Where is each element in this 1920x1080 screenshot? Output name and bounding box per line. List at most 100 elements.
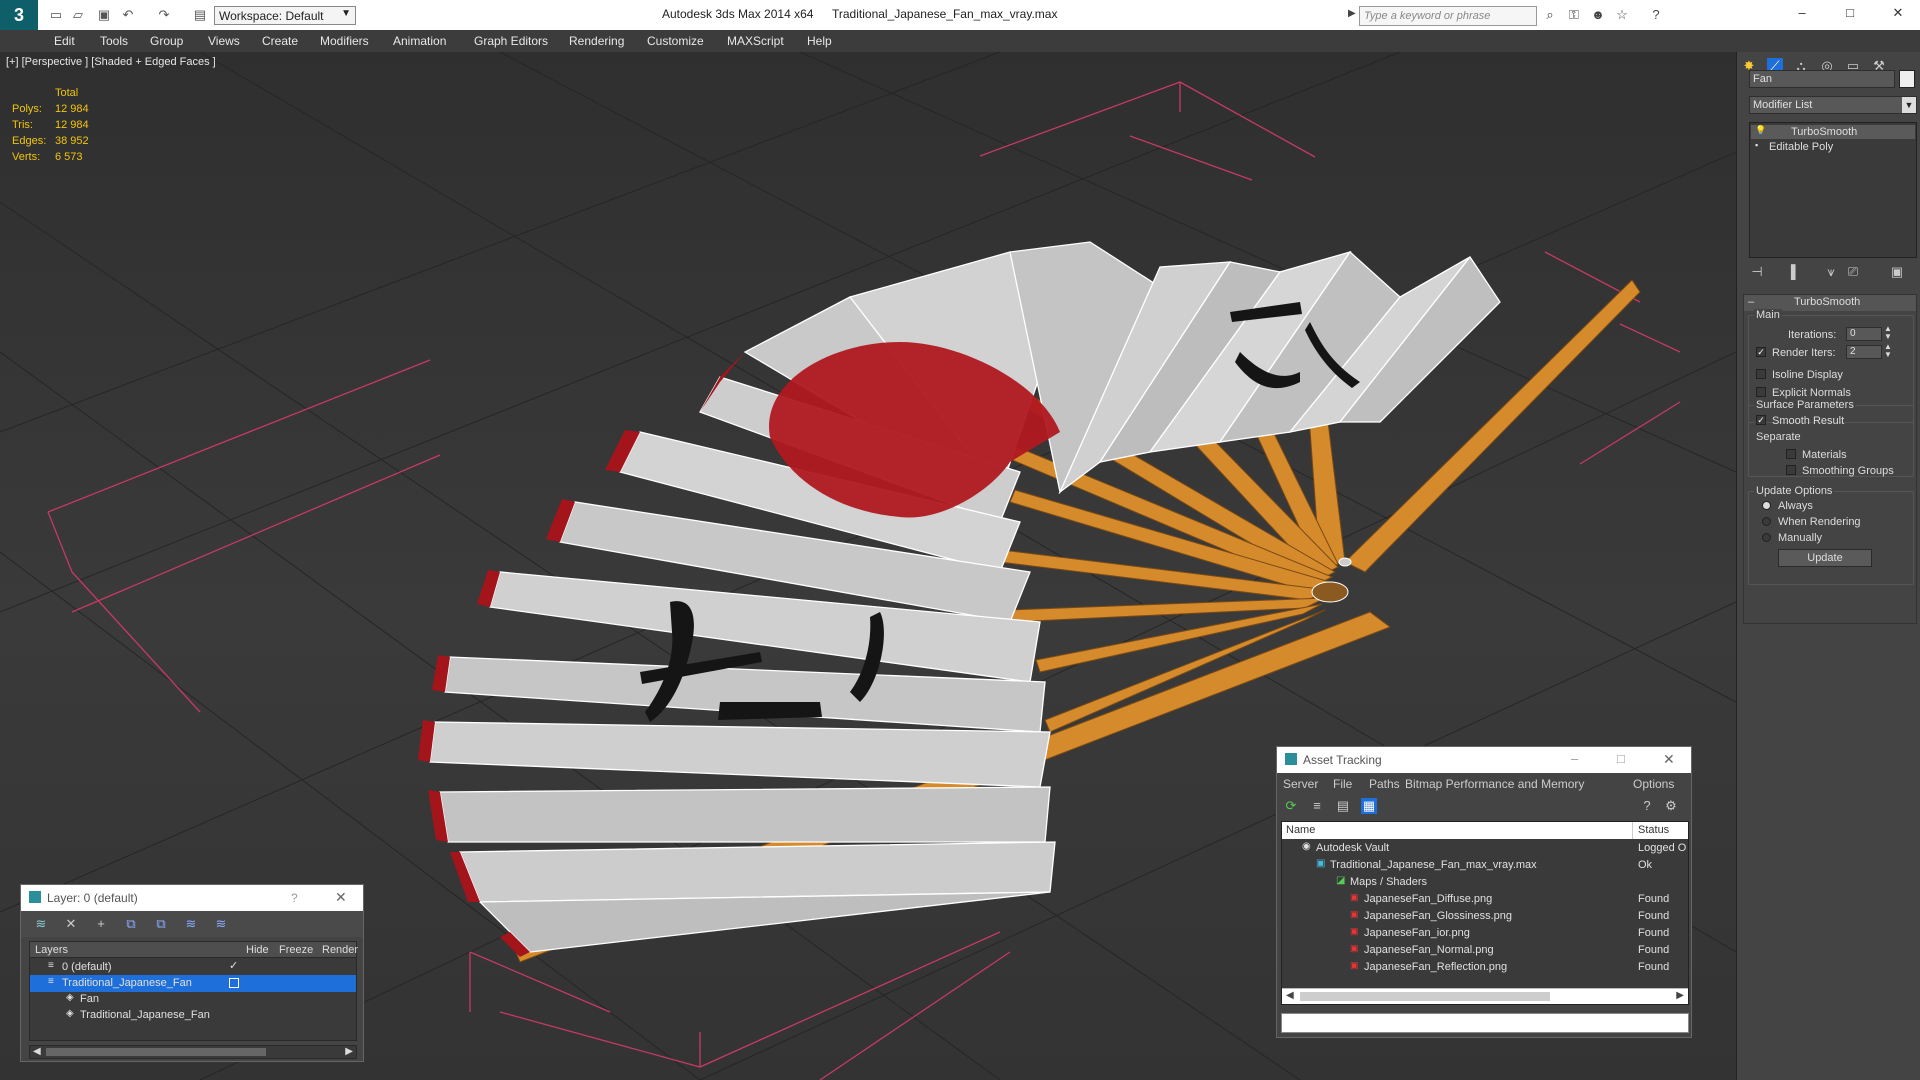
asset-row[interactable]: ▣ Traditional_Japanese_Fan_max_vray.max … [1282, 857, 1688, 874]
key-icon[interactable]: ⚿ [1566, 7, 1582, 23]
layer-close-icon[interactable]: ✕ [335, 889, 347, 906]
menu-customize[interactable]: Customize [647, 34, 704, 48]
iterations-spinner[interactable]: 0 [1846, 327, 1882, 341]
expand-icon[interactable]: ▪ [1755, 140, 1758, 150]
asset-window-titlebar[interactable]: Asset Tracking – □ ✕ [1277, 747, 1691, 773]
smoothing-groups-checkbox[interactable] [1786, 465, 1796, 475]
layer-row[interactable]: ≡ Traditional_Japanese_Fan [30, 975, 356, 992]
smooth-result-checkbox[interactable]: ✓ [1756, 415, 1766, 425]
table-view-icon[interactable]: ▦ [1361, 798, 1377, 814]
asset-menu-file[interactable]: File [1333, 777, 1352, 791]
col-hide[interactable]: Hide [246, 944, 269, 956]
layer-manager-window[interactable]: Layer: 0 (default) ? ✕ ≋ ✕ + ⧉ ⧉ ≋ ≋ Lay… [20, 884, 364, 1062]
asset-row[interactable]: ▣ JapaneseFan_ior.png Found [1282, 925, 1688, 942]
select-layer-objects-icon[interactable]: ⧉ [123, 916, 139, 932]
object-name-field[interactable]: Fan [1749, 70, 1895, 88]
scroll-right-icon[interactable]: ▶ [1676, 990, 1684, 1001]
add-to-layer-icon[interactable]: + [93, 916, 109, 932]
open-file-icon[interactable]: ▱ [70, 7, 86, 23]
minimize-icon[interactable]: – [1571, 751, 1578, 766]
asset-horizontal-scrollbar[interactable]: ◀ ▶ [1282, 988, 1688, 1004]
active-check-icon[interactable]: ✓ [229, 959, 238, 972]
materials-checkbox[interactable] [1786, 449, 1796, 459]
menu-create[interactable]: Create [262, 34, 298, 48]
make-unique-icon[interactable]: ⩛ [1823, 264, 1839, 280]
asset-tracking-window[interactable]: Asset Tracking – □ ✕ Server File Paths B… [1276, 746, 1692, 1038]
spinner-arrows-icon[interactable]: ▲ ▼ [1884, 343, 1892, 359]
layer-row[interactable]: ≡ 0 (default) ✓ [30, 959, 356, 976]
favorites-star-icon[interactable]: ☆ [1614, 7, 1630, 23]
col-name[interactable]: Name [1286, 824, 1315, 836]
app-logo-button[interactable]: 3 [0, 0, 38, 30]
create-layer-icon[interactable]: ≋ [33, 916, 49, 932]
remove-modifier-icon[interactable]: ⎚ [1845, 264, 1861, 280]
scroll-left-icon[interactable]: ◀ [1286, 990, 1294, 1001]
menu-modifiers[interactable]: Modifiers [320, 34, 369, 48]
asset-row[interactable]: ▣ JapaneseFan_Reflection.png Found [1282, 959, 1688, 976]
search-input[interactable]: Type a keyword or phrase [1359, 6, 1537, 26]
manually-radio[interactable] [1762, 533, 1771, 542]
configure-sets-icon[interactable]: ▣ [1889, 264, 1905, 280]
col-status[interactable]: Status [1638, 824, 1669, 836]
scroll-thumb[interactable] [46, 1048, 266, 1056]
save-file-icon[interactable]: ▣ [96, 7, 112, 23]
render-iters-spinner[interactable]: 2 [1846, 345, 1882, 359]
list-view-icon[interactable]: ≡ [1309, 798, 1325, 814]
show-end-result-icon[interactable]: ▐ [1783, 264, 1799, 280]
modifier-stack-item[interactable]: ▪ Editable Poly [1751, 140, 1915, 154]
update-button[interactable]: Update [1778, 549, 1872, 567]
layer-row[interactable]: ◈ Fan [30, 991, 356, 1008]
close-icon[interactable]: ✕ [1890, 5, 1906, 21]
undo-icon[interactable]: ↶ [120, 7, 136, 23]
help-icon[interactable]: ? [1648, 7, 1664, 23]
menu-views[interactable]: Views [208, 34, 240, 48]
redo-icon[interactable]: ↷ [156, 7, 172, 23]
maximize-icon[interactable]: □ [1617, 751, 1625, 766]
delete-layer-icon[interactable]: ✕ [63, 916, 79, 932]
menu-graph-editors[interactable]: Graph Editors [474, 34, 548, 48]
modifier-list-dropdown[interactable]: Modifier List ▼ [1749, 96, 1917, 114]
active-box-icon[interactable] [229, 978, 239, 988]
hide-all-layers-icon[interactable]: ≋ [183, 916, 199, 932]
binoculars-icon[interactable]: ⌕ [1542, 7, 1558, 23]
modifier-stack-item[interactable]: 💡 TurboSmooth [1751, 125, 1915, 139]
menu-tools[interactable]: Tools [100, 34, 128, 48]
menu-animation[interactable]: Animation [393, 34, 446, 48]
layer-row[interactable]: ◈ Traditional_Japanese_Fan [30, 1007, 356, 1024]
isoline-display-checkbox[interactable] [1756, 369, 1766, 379]
close-icon[interactable]: ✕ [1663, 751, 1675, 768]
col-freeze[interactable]: Freeze [279, 944, 313, 956]
asset-menu-bitmap[interactable]: Bitmap Performance and Memory [1405, 777, 1584, 791]
scroll-right-icon[interactable]: ▶ [345, 1046, 353, 1057]
asset-row[interactable]: ▣ JapaneseFan_Normal.png Found [1282, 942, 1688, 959]
menu-maxscript[interactable]: MAXScript [727, 34, 784, 48]
asset-menu-options[interactable]: Options [1633, 777, 1674, 791]
freeze-all-layers-icon[interactable]: ≋ [213, 916, 229, 932]
col-layers[interactable]: Layers [35, 944, 68, 956]
settings-icon[interactable]: ⚙ [1663, 798, 1679, 814]
pin-stack-icon[interactable]: ⊣ [1749, 264, 1765, 280]
object-color-swatch[interactable] [1899, 70, 1915, 88]
perspective-viewport[interactable]: [+] [Perspective ] [Shaded + Edged Faces… [0, 52, 1736, 1080]
minimize-icon[interactable]: – [1794, 5, 1810, 21]
col-render[interactable]: Render [322, 944, 358, 956]
render-iters-checkbox[interactable]: ✓ [1756, 347, 1766, 357]
lightbulb-icon[interactable]: 💡 [1755, 125, 1766, 136]
menu-group[interactable]: Group [150, 34, 183, 48]
refresh-icon[interactable]: ⟳ [1283, 798, 1299, 814]
search-arrow-icon[interactable]: ▶ [1348, 8, 1358, 22]
menu-help[interactable]: Help [807, 34, 832, 48]
new-file-icon[interactable]: ▭ [48, 7, 64, 23]
viewport-label[interactable]: [+] [Perspective ] [Shaded + Edged Faces… [6, 56, 216, 68]
when-rendering-radio[interactable] [1762, 517, 1771, 526]
asset-row[interactable]: ◉ Autodesk Vault Logged O [1282, 840, 1688, 857]
scroll-left-icon[interactable]: ◀ [33, 1046, 41, 1057]
menu-rendering[interactable]: Rendering [569, 34, 624, 48]
layer-window-titlebar[interactable]: Layer: 0 (default) ? ✕ [21, 885, 363, 911]
workspace-dropdown[interactable]: Workspace: Default ▼ [214, 6, 356, 25]
asset-path-field[interactable] [1281, 1013, 1689, 1033]
spinner-arrows-icon[interactable]: ▲ ▼ [1884, 325, 1892, 341]
detail-view-icon[interactable]: ▤ [1335, 798, 1351, 814]
layer-horizontal-scrollbar[interactable]: ◀ ▶ [29, 1045, 357, 1059]
asset-menu-server[interactable]: Server [1283, 777, 1318, 791]
